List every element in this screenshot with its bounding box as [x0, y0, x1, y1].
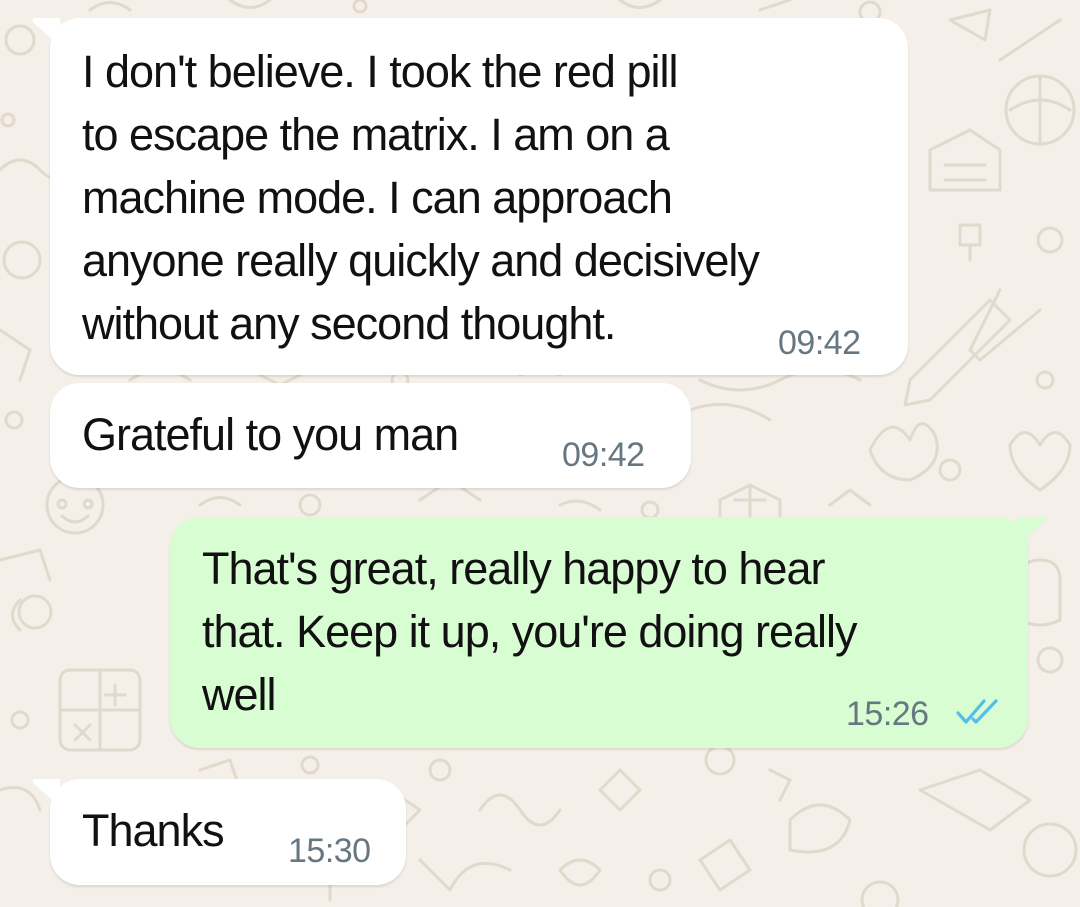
message-text: That's great, really happy to hear that.…	[202, 543, 858, 720]
message-text: Thanks	[82, 805, 225, 856]
bubble-tail-icon	[32, 779, 60, 807]
bubble-tail-icon	[32, 18, 60, 46]
message-text: Grateful to you man	[82, 409, 459, 460]
message-timestamp: 15:26	[846, 695, 929, 733]
message-text: I don't believe. I took the red pill to …	[82, 46, 760, 349]
message-timestamp: 09:42	[778, 324, 861, 362]
message-bubble-incoming[interactable]: I don't believe. I took the red pill to …	[32, 18, 908, 375]
message-bubble-incoming[interactable]: Thanks 15:30	[32, 779, 406, 885]
message-timestamp: 15:30	[288, 832, 371, 870]
message-bubble-outgoing[interactable]: That's great, really happy to hear that.…	[170, 517, 1046, 748]
message-timestamp: 09:42	[562, 436, 645, 474]
double-check-read-icon	[956, 699, 998, 724]
bubble-tail-icon	[1018, 517, 1046, 545]
message-bubble-incoming[interactable]: Grateful to you man 09:42	[50, 383, 691, 488]
